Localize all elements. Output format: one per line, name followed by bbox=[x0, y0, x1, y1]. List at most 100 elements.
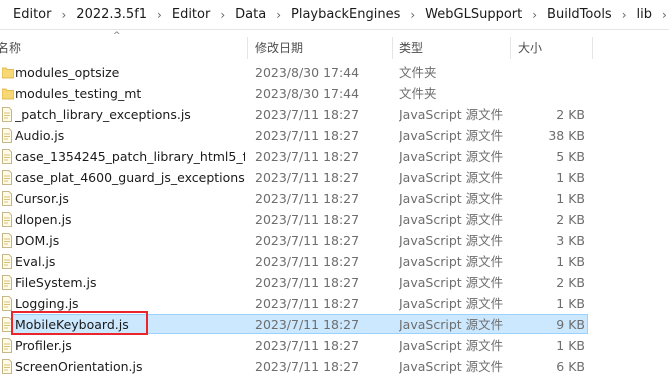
file-type: 文件夹 bbox=[399, 65, 437, 80]
breadcrumb-item[interactable]: PlaybackEngines bbox=[286, 0, 405, 30]
js-file-icon bbox=[2, 275, 12, 290]
file-size: 3 KB bbox=[556, 233, 585, 248]
column-divider[interactable] bbox=[392, 37, 393, 59]
file-row[interactable]: dlopen.js 2023/7/11 18:27 JavaScript 源文件 2 … bbox=[0, 209, 669, 230]
file-row[interactable]: _patch_library_exceptions.js 2023/7/11 18… bbox=[0, 104, 669, 125]
file-type: JavaScript 源文件 bbox=[399, 254, 504, 269]
file-date: 2023/7/11 18:27 bbox=[255, 317, 360, 332]
file-date: 2023/7/11 18:27 bbox=[255, 338, 360, 353]
file-name: DOM.js bbox=[15, 233, 60, 248]
file-name: Eval.js bbox=[15, 254, 56, 269]
breadcrumb-item[interactable]: WebGLSupport bbox=[420, 0, 527, 30]
file-date: 2023/7/11 18:27 bbox=[255, 191, 360, 206]
breadcrumb-item[interactable]: 2022.3.5f1 bbox=[71, 0, 152, 30]
file-date: 2023/7/11 18:27 bbox=[255, 254, 360, 269]
file-date: 2023/7/11 18:27 bbox=[255, 296, 360, 311]
column-divider[interactable] bbox=[592, 37, 593, 59]
file-date: 2023/7/11 18:27 bbox=[255, 149, 360, 164]
file-type: JavaScript 源文件 bbox=[399, 296, 504, 311]
js-file-icon bbox=[2, 296, 12, 311]
file-size: 1 KB bbox=[556, 254, 585, 269]
file-name: modules_testing_mt bbox=[15, 86, 142, 101]
chevron-right-icon[interactable]: › bbox=[617, 0, 632, 30]
file-type: JavaScript 源文件 bbox=[399, 149, 504, 164]
chevron-right-icon[interactable]: › bbox=[527, 0, 542, 30]
file-type: JavaScript 源文件 bbox=[399, 128, 504, 143]
column-header-name[interactable]: 名称 bbox=[0, 35, 21, 61]
file-row[interactable]: case_1354245_patch_library_html5_fir... 2… bbox=[0, 146, 669, 167]
js-file-icon bbox=[2, 254, 12, 269]
file-size: 1 KB bbox=[556, 191, 585, 206]
file-date: 2023/7/11 18:27 bbox=[255, 359, 360, 374]
file-row[interactable]: Audio.js 2023/7/11 18:27 JavaScript 源文件 38 … bbox=[0, 125, 669, 146]
file-size: 1 KB bbox=[556, 338, 585, 353]
chevron-right-icon[interactable]: › bbox=[657, 0, 669, 30]
file-name: modules_optsize bbox=[15, 65, 120, 80]
file-size: 1 KB bbox=[556, 170, 585, 185]
file-size: 2 KB bbox=[556, 107, 585, 122]
file-type: JavaScript 源文件 bbox=[399, 170, 504, 185]
js-file-icon bbox=[2, 149, 12, 164]
file-type: JavaScript 源文件 bbox=[399, 191, 504, 206]
column-header-type[interactable]: 类型 bbox=[399, 35, 423, 61]
file-name: Profiler.js bbox=[15, 338, 72, 353]
sort-ascending-icon: ^ bbox=[113, 31, 121, 41]
js-file-icon bbox=[2, 233, 12, 248]
breadcrumb-item[interactable]: Data bbox=[230, 0, 271, 30]
column-divider[interactable] bbox=[247, 37, 248, 59]
js-file-icon bbox=[2, 191, 12, 206]
file-name: case_plat_4600_guard_js_exceptions.js bbox=[15, 170, 245, 185]
file-date: 2023/8/30 17:44 bbox=[255, 86, 360, 101]
file-size: 9 KB bbox=[556, 317, 585, 332]
chevron-right-icon[interactable]: › bbox=[56, 0, 71, 30]
file-type: JavaScript 源文件 bbox=[399, 233, 504, 248]
chevron-right-icon[interactable]: › bbox=[152, 0, 167, 30]
file-type: JavaScript 源文件 bbox=[399, 359, 504, 374]
file-date: 2023/7/11 18:27 bbox=[255, 275, 360, 290]
breadcrumb-item[interactable]: Editor bbox=[0, 0, 56, 30]
file-type: JavaScript 源文件 bbox=[399, 107, 504, 122]
breadcrumb-item[interactable]: Editor bbox=[167, 0, 215, 30]
breadcrumb-item[interactable]: BuildTools bbox=[542, 0, 617, 30]
file-row[interactable]: FileSystem.js 2023/7/11 18:27 JavaScript 源… bbox=[0, 272, 669, 293]
file-row[interactable]: ScreenOrientation.js 2023/7/11 18:27 JavaS… bbox=[0, 356, 669, 377]
file-name: ScreenOrientation.js bbox=[15, 359, 143, 374]
file-date: 2023/7/11 18:27 bbox=[255, 107, 360, 122]
file-type: JavaScript 源文件 bbox=[399, 212, 504, 227]
js-file-icon bbox=[2, 128, 12, 143]
file-row[interactable]: Cursor.js 2023/7/11 18:27 JavaScript 源文件 1 … bbox=[0, 188, 669, 209]
chevron-right-icon[interactable]: › bbox=[271, 0, 286, 30]
file-name: FileSystem.js bbox=[15, 275, 97, 290]
file-row[interactable]: modules_optsize 2023/8/30 17:44 文件夹 bbox=[0, 62, 669, 83]
file-row[interactable]: case_plat_4600_guard_js_exceptions.js 202… bbox=[0, 167, 669, 188]
js-file-icon bbox=[2, 170, 12, 185]
js-file-icon bbox=[2, 212, 12, 227]
breadcrumb: Editor › 2022.3.5f1 › Editor › Data › PlaybackEn… bbox=[0, 0, 669, 30]
chevron-right-icon[interactable]: › bbox=[405, 0, 420, 30]
chevron-right-icon[interactable]: › bbox=[215, 0, 230, 30]
file-row[interactable]: DOM.js 2023/7/11 18:27 JavaScript 源文件 3 KB bbox=[0, 230, 669, 251]
folder-icon bbox=[2, 65, 14, 80]
column-divider[interactable] bbox=[510, 37, 511, 59]
file-name: case_1354245_patch_library_html5_fir... bbox=[15, 149, 245, 164]
file-name: _patch_library_exceptions.js bbox=[15, 107, 191, 122]
address-bar[interactable]: Editor › 2022.3.5f1 › Editor › Data › PlaybackEn… bbox=[0, 0, 669, 30]
file-type: JavaScript 源文件 bbox=[399, 317, 504, 332]
file-type: JavaScript 源文件 bbox=[399, 338, 504, 353]
file-type: 文件夹 bbox=[399, 86, 437, 101]
file-row[interactable]: Eval.js 2023/7/11 18:27 JavaScript 源文件 1 KB bbox=[0, 251, 669, 272]
folder-icon bbox=[2, 86, 14, 101]
file-row[interactable]: Profiler.js 2023/7/11 18:27 JavaScript 源文件… bbox=[0, 335, 669, 356]
file-size: 1 KB bbox=[556, 296, 585, 311]
file-size bbox=[517, 62, 585, 83]
file-row[interactable]: modules_testing_mt 2023/8/30 17:44 文件夹 bbox=[0, 83, 669, 104]
breadcrumb-item[interactable]: lib bbox=[632, 0, 657, 30]
file-date: 2023/7/11 18:27 bbox=[255, 170, 360, 185]
file-name: Cursor.js bbox=[15, 191, 69, 206]
column-header-date[interactable]: 修改日期 bbox=[255, 35, 303, 61]
file-size bbox=[517, 83, 585, 104]
column-header-size[interactable]: 大小 bbox=[518, 35, 542, 61]
file-name: dlopen.js bbox=[15, 212, 72, 227]
file-size: 6 KB bbox=[556, 359, 585, 374]
file-date: 2023/7/11 18:27 bbox=[255, 212, 360, 227]
